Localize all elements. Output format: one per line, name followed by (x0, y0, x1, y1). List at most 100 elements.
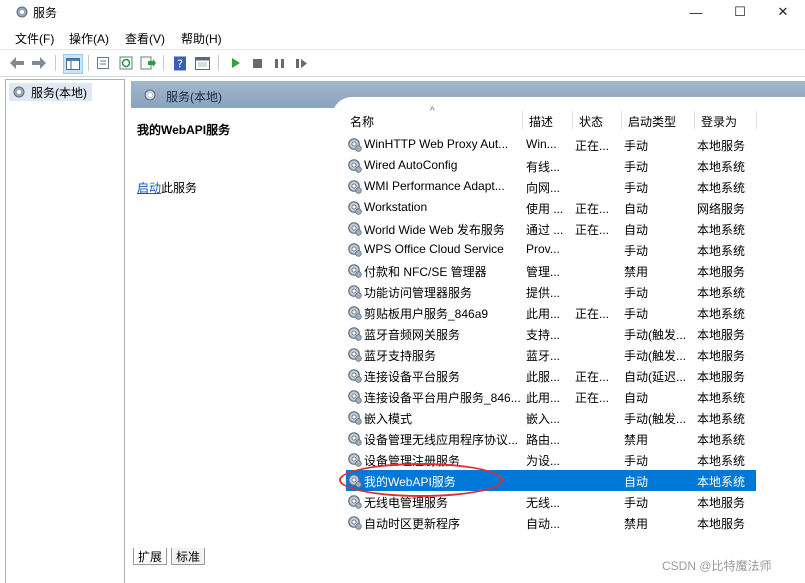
svg-text:?: ? (177, 57, 183, 70)
table-row[interactable]: 剪贴板用户服务_846a9 此用... 正在... 手动 本地系统 (346, 302, 756, 323)
status-cell: 正在... (575, 202, 610, 216)
startup-type-cell: 手动 (624, 454, 649, 468)
startup-type-cell: 手动 (624, 244, 649, 258)
table-row[interactable]: 连接设备平台用户服务_846... 此用... 正在... 自动 本地系统 (346, 386, 756, 407)
table-row[interactable]: 蓝牙支持服务 蓝牙... 手动(触发... 本地服务 (346, 344, 756, 365)
service-gear-icon (346, 367, 363, 384)
properties-icon[interactable] (94, 54, 112, 72)
service-name-cell: 设备管理无线应用程序协议... (364, 433, 519, 447)
log-on-as-cell: 本地系统 (697, 244, 746, 258)
table-row[interactable]: World Wide Web 发布服务 通过 ... 正在... 自动 本地系统 (346, 218, 756, 239)
table-row[interactable]: 连接设备平台服务 此服... 正在... 自动(延迟... 本地服务 (346, 365, 756, 386)
column-status[interactable]: 状态 (579, 113, 603, 130)
forward-arrow-icon[interactable] (30, 54, 48, 72)
service-name-cell: WinHTTP Web Proxy Aut... (364, 137, 509, 151)
minimize-button[interactable]: — (673, 0, 719, 24)
service-gear-icon (346, 346, 363, 363)
service-gear-icon (346, 409, 363, 426)
back-arrow-icon[interactable] (8, 54, 26, 72)
menu-view[interactable]: 查看(V) (125, 30, 165, 47)
tab-standard[interactable]: 标准 (171, 548, 206, 565)
selected-service-name: 我的WebAPI服务 (137, 123, 231, 137)
services-gear-icon (16, 6, 28, 18)
startup-type-cell: 自动(延迟... (624, 370, 686, 384)
service-name-cell: 蓝牙支持服务 (364, 349, 437, 363)
services-gear-icon (13, 86, 25, 98)
service-gear-icon (346, 304, 363, 321)
service-gear-icon (346, 157, 363, 174)
log-on-as-cell: 本地服务 (697, 328, 746, 342)
table-row[interactable]: WinHTTP Web Proxy Aut... Win... 正在... 手动 本地服… (346, 134, 756, 155)
status-cell: 正在... (575, 223, 610, 237)
menu-file[interactable]: 文件(F) (15, 30, 54, 47)
export-list-icon[interactable] (139, 54, 157, 72)
service-name-cell: 剪贴板用户服务_846a9 (364, 307, 489, 321)
pause-service-icon[interactable] (270, 54, 288, 72)
menu-action[interactable]: 操作(A) (69, 30, 109, 47)
menu-help[interactable]: 帮助(H) (181, 30, 222, 47)
startup-type-cell: 手动 (624, 139, 649, 153)
status-cell: 正在... (575, 307, 610, 321)
console-tree: 服务(本地) (5, 79, 125, 583)
startup-type-cell: 禁用 (624, 433, 649, 447)
extended-description-pane: 我的WebAPI服务 启动此服务 (131, 108, 332, 548)
stop-service-icon[interactable] (248, 54, 266, 72)
service-name-cell: 自动时区更新程序 (364, 517, 461, 531)
service-name-cell: World Wide Web 发布服务 (364, 223, 505, 237)
restart-service-icon[interactable] (292, 54, 310, 72)
table-row[interactable]: Workstation 使用 ... 正在... 自动 网络服务 (346, 197, 756, 218)
service-name-cell: 连接设备平台服务 (364, 370, 461, 384)
start-service-link[interactable]: 启动 (137, 181, 161, 195)
column-name[interactable]: 名称 (350, 113, 374, 130)
mmc-console-icon[interactable] (193, 54, 211, 72)
table-row[interactable]: 蓝牙音频网关服务 支持... 手动(触发... 本地服务 (346, 323, 756, 344)
description-cell: 使用 ... (526, 202, 564, 216)
log-on-as-cell: 本地服务 (697, 517, 746, 531)
show-tree-icon[interactable] (63, 54, 83, 74)
tree-item-services-local[interactable]: 服务(本地) (9, 83, 92, 101)
table-row[interactable]: 设备管理无线应用程序协议... 路由... 禁用 本地系统 (346, 428, 756, 449)
startup-type-cell: 手动 (624, 181, 649, 195)
description-cell: Win... (526, 137, 557, 151)
log-on-as-cell: 本地系统 (697, 412, 746, 426)
description-cell: 提供... (526, 286, 561, 300)
table-row[interactable]: WMI Performance Adapt... 向网... 手动 本地系统 (346, 176, 756, 197)
log-on-as-cell: 本地系统 (697, 307, 746, 321)
tab-extended[interactable]: 扩展 (133, 548, 168, 565)
start-service-icon[interactable] (226, 54, 244, 72)
refresh-icon[interactable] (117, 54, 135, 72)
service-gear-icon (346, 430, 363, 447)
column-log-on-as[interactable]: 登录为 (701, 113, 737, 130)
service-gear-icon (346, 241, 363, 258)
status-cell: 正在... (575, 391, 610, 405)
service-name-cell: 无线电管理服务 (364, 496, 449, 510)
description-cell: 管理... (526, 265, 561, 279)
table-row[interactable]: Wired AutoConfig 有线... 手动 本地系统 (346, 155, 756, 176)
help-icon[interactable]: ? (171, 54, 189, 72)
description-cell: 此服... (526, 370, 561, 384)
startup-type-cell: 自动 (624, 223, 649, 237)
close-button[interactable]: ✕ (760, 0, 805, 24)
service-name-cell: Workstation (364, 200, 428, 214)
watermark: CSDN @比特魔法师 (662, 559, 772, 573)
table-row[interactable]: 自动时区更新程序 自动... 禁用 本地服务 (346, 512, 756, 533)
log-on-as-cell: 本地服务 (697, 265, 746, 279)
status-cell: 正在... (575, 139, 610, 153)
service-name-cell: WMI Performance Adapt... (364, 179, 505, 193)
description-cell: 向网... (526, 181, 561, 195)
table-row[interactable]: 嵌入模式 嵌入... 手动(触发... 本地系统 (346, 407, 756, 428)
startup-type-cell: 禁用 (624, 265, 649, 279)
service-gear-icon (346, 283, 363, 300)
table-row[interactable]: 功能访问管理器服务 提供... 手动 本地系统 (346, 281, 756, 302)
description-cell: 此用... (526, 391, 561, 405)
startup-type-cell: 自动 (624, 202, 649, 216)
startup-type-cell: 禁用 (624, 517, 649, 531)
maximize-button[interactable]: ☐ (717, 0, 763, 24)
column-startup-type[interactable]: 启动类型 (628, 113, 676, 130)
table-row[interactable]: 付款和 NFC/SE 管理器 管理... 禁用 本地服务 (346, 260, 756, 281)
table-row[interactable]: WPS Office Cloud Service Prov... 手动 本地系统 (346, 239, 756, 260)
column-description[interactable]: 描述 (529, 113, 553, 130)
service-gear-icon (346, 451, 363, 468)
service-gear-icon (346, 136, 363, 153)
service-name-cell: 功能访问管理器服务 (364, 286, 473, 300)
